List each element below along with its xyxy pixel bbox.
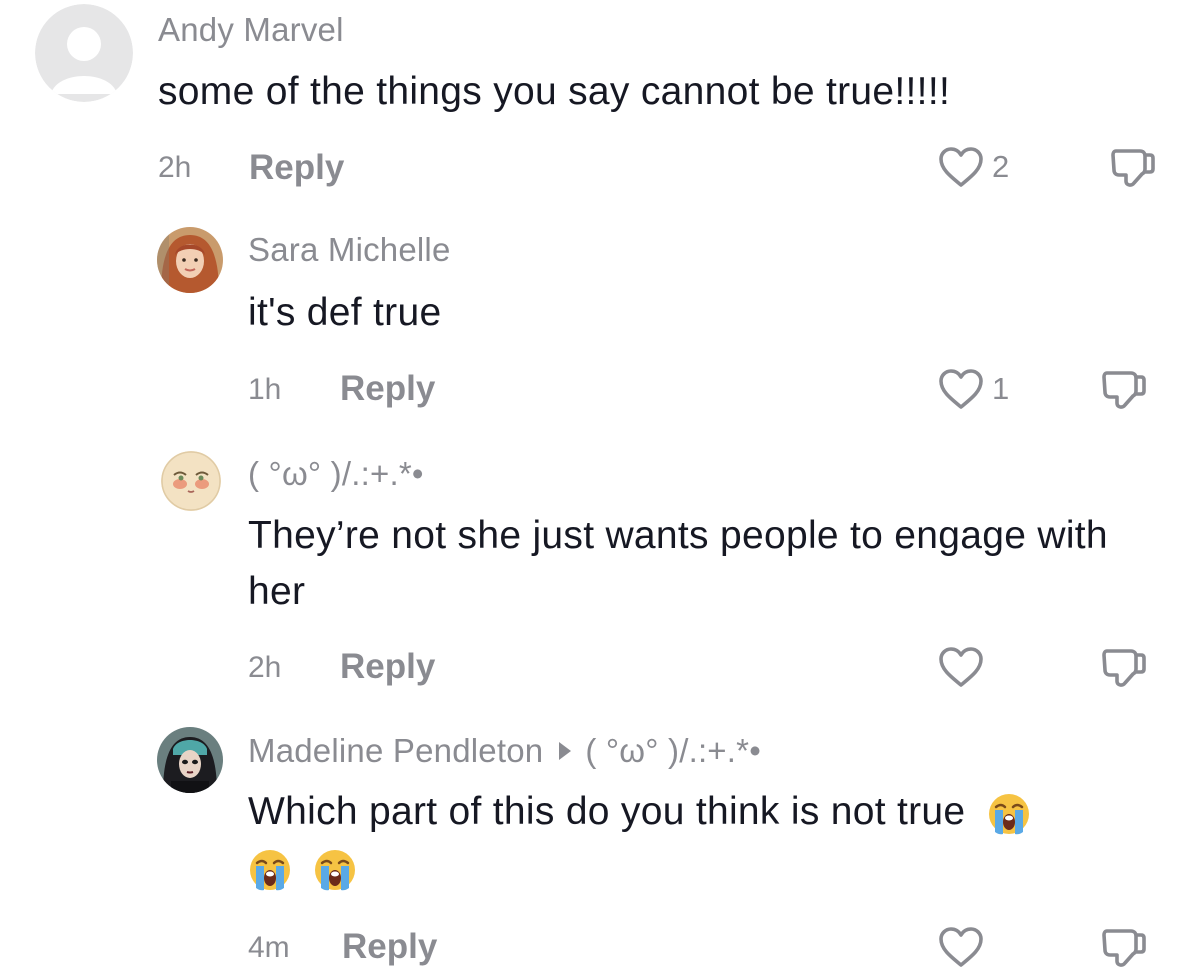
comment-timestamp: 2h <box>158 151 192 184</box>
dislike-button[interactable] <box>1101 367 1147 418</box>
avatar[interactable] <box>161 451 221 511</box>
heart-outline-icon <box>938 146 984 188</box>
heart-outline-icon <box>938 368 984 410</box>
reply-button[interactable]: Reply <box>249 148 344 188</box>
thumbs-down-outline-icon <box>1110 145 1156 191</box>
comment-username[interactable]: Sara Michelle <box>248 231 451 269</box>
like-button[interactable]: 1 <box>938 368 1009 410</box>
like-count: 1 <box>992 371 1010 406</box>
avatar[interactable] <box>157 227 223 293</box>
like-count: 2 <box>992 149 1010 184</box>
heart-outline-icon <box>938 926 984 968</box>
comment-timestamp: 4m <box>248 931 290 964</box>
loudly-crying-face-emoji <box>248 848 292 892</box>
loudly-crying-face-emoji <box>987 792 1031 836</box>
comment-text-content: Which part of this do you think is not t… <box>248 790 966 833</box>
avatar[interactable] <box>157 727 223 793</box>
comment-username: Madeline Pendleton ( °ω° )/.:+.*• <box>248 732 761 770</box>
dislike-button[interactable] <box>1101 925 1147 976</box>
dislike-button[interactable] <box>1110 145 1156 196</box>
like-button[interactable]: 2 <box>938 146 1009 188</box>
comment-username[interactable]: ( °ω° )/.:+.*• <box>248 455 424 493</box>
comment-timestamp: 1h <box>248 373 282 406</box>
reply-button[interactable]: Reply <box>342 927 437 967</box>
thumbs-down-outline-icon <box>1101 367 1147 413</box>
like-button[interactable] <box>938 926 992 968</box>
thumbs-down-outline-icon <box>1101 925 1147 971</box>
comment-text: it's def true <box>248 291 442 334</box>
loudly-crying-face-emoji <box>313 848 357 892</box>
replied-to-user[interactable]: ( °ω° )/.:+.*• <box>585 732 761 769</box>
dislike-button[interactable] <box>1101 645 1147 696</box>
comment-text: some of the things you say cannot be tru… <box>158 70 951 113</box>
heart-outline-icon <box>938 646 984 688</box>
thumbs-down-outline-icon <box>1101 645 1147 691</box>
triangle-right-icon <box>559 742 572 761</box>
comment-timestamp: 2h <box>248 651 282 684</box>
like-button[interactable] <box>938 646 992 688</box>
comment-text: Which part of this do you think is not t… <box>248 784 1148 896</box>
reply-button[interactable]: Reply <box>340 369 435 409</box>
comment-username[interactable]: Andy Marvel <box>158 11 344 49</box>
reply-button[interactable]: Reply <box>340 647 435 687</box>
comment-author[interactable]: Madeline Pendleton <box>248 732 543 769</box>
avatar[interactable] <box>35 4 133 102</box>
comment-text: They’re not she just wants people to eng… <box>248 514 1108 613</box>
